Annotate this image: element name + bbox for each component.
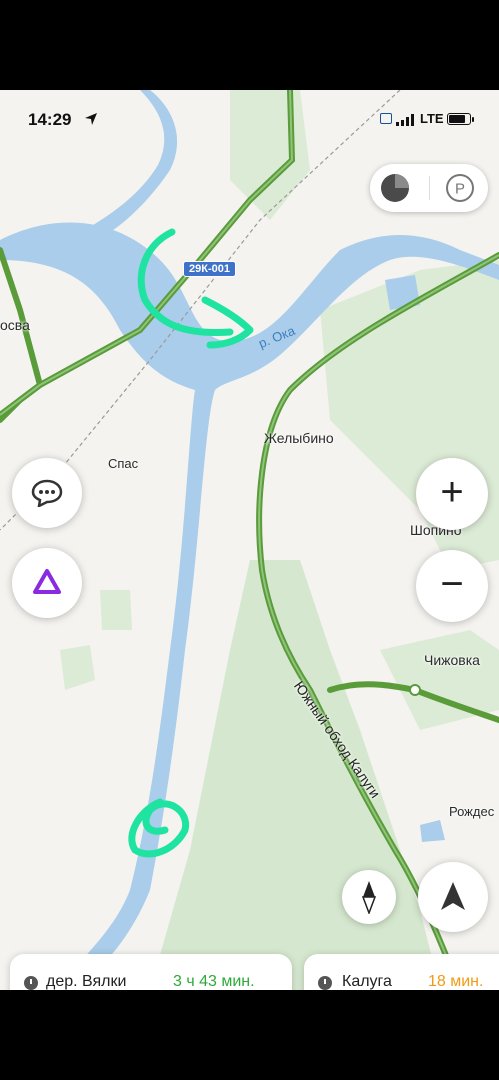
navigation-arrow-icon — [441, 882, 465, 910]
status-bar: 14:29 LTE — [0, 90, 499, 130]
zoom-in-label: + — [440, 470, 464, 514]
parking-icon[interactable]: P — [445, 173, 475, 203]
layers-icon[interactable] — [380, 173, 410, 203]
location-arrow-icon — [85, 113, 97, 125]
layers-parking-toggle[interactable]: P — [370, 164, 488, 212]
clock-icon — [24, 976, 38, 990]
road-junction — [409, 684, 421, 696]
road-number-badge: 29К-001 — [183, 261, 236, 277]
network-type: LTE — [420, 111, 444, 126]
battery-tip — [472, 117, 474, 122]
forest-area — [100, 590, 132, 630]
compass-button[interactable] — [342, 870, 396, 924]
zoom-in-button[interactable]: + — [416, 458, 488, 530]
alice-icon — [33, 569, 61, 594]
my-location-button[interactable] — [418, 862, 488, 932]
map-canvas[interactable] — [0, 90, 499, 990]
route-card-vyalki[interactable]: дер. Вялки 3 ч 43 мин. — [10, 954, 292, 990]
place-label-rozhdestveno: Рождес — [449, 804, 495, 819]
route-eta: 3 ч 43 мин. — [173, 973, 255, 990]
compass-icon — [361, 881, 377, 914]
route-destination: дер. Вялки — [46, 973, 127, 990]
signal-icon — [396, 114, 414, 126]
place-label-spas: Спас — [108, 456, 139, 471]
chat-bubble-icon — [31, 479, 63, 507]
battery-icon — [447, 113, 471, 125]
route-card-kaluga[interactable]: Калуга 18 мин. — [304, 954, 499, 990]
place-label-chizhovka: Чижовка — [424, 652, 480, 668]
parking-label: P — [455, 181, 465, 198]
zoom-out-button[interactable]: − — [416, 550, 488, 622]
pill-divider — [429, 176, 430, 200]
chat-button[interactable] — [12, 458, 82, 528]
place-label-zhelybino: Желыбино — [264, 430, 334, 446]
route-eta: 18 мин. — [428, 973, 484, 990]
zoom-out-label: − — [440, 562, 464, 606]
sim-icon — [380, 113, 392, 124]
place-label-osva: осва — [0, 317, 30, 333]
clock-icon — [318, 976, 332, 990]
route-destination: Калуга — [342, 973, 392, 990]
alice-assistant-button[interactable] — [12, 548, 82, 618]
map-screen[interactable]: 14:29 LTE 29К-001 р. Ока осва Спас Желыб… — [0, 90, 499, 990]
status-time: 14:29 — [28, 110, 72, 129]
